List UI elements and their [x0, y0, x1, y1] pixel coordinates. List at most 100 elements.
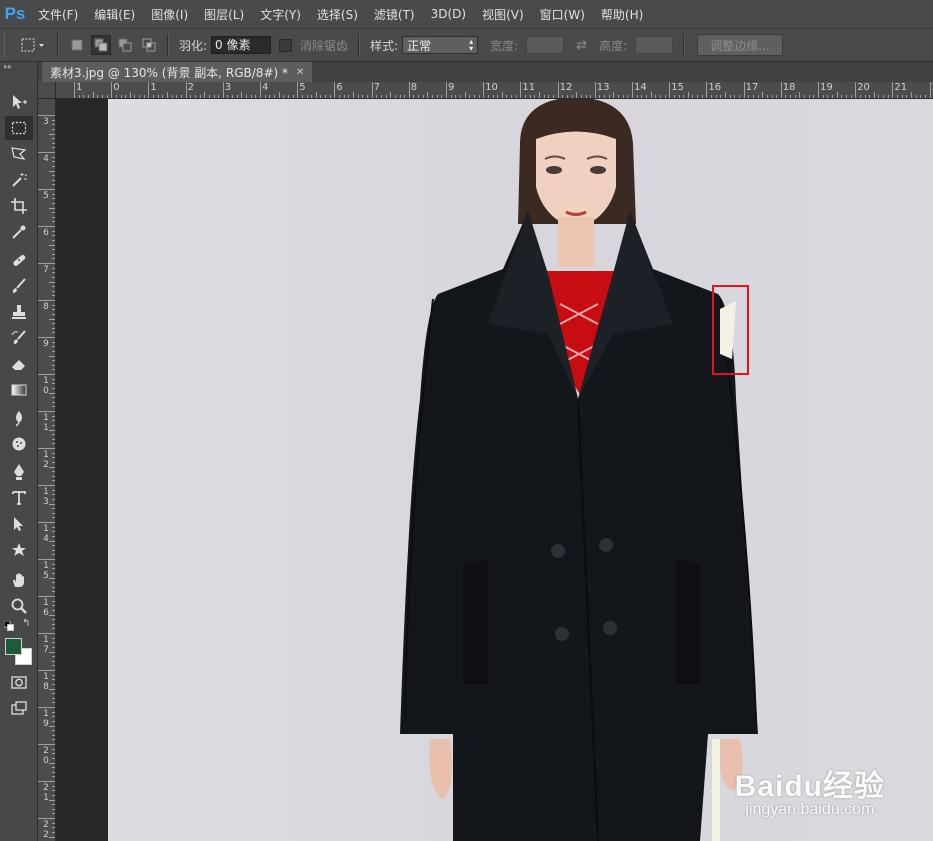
rectangular-marquee-tool[interactable]	[5, 116, 33, 140]
ruler-minor-tick	[218, 95, 220, 98]
new-selection-button[interactable]	[67, 35, 87, 55]
ruler-major-tick	[38, 374, 55, 375]
ruler-minor-tick	[52, 535, 55, 537]
document-canvas[interactable]: Baidu经验 jingyan.baidu.com	[108, 99, 933, 841]
ruler-minor-tick	[52, 434, 55, 436]
menu-3d[interactable]: 3D(D)	[423, 7, 474, 21]
ruler-minor-tick	[52, 748, 55, 750]
foreground-color-swatch[interactable]	[5, 638, 22, 655]
menu-edit[interactable]: 编辑(E)	[86, 6, 143, 23]
ruler-minor-tick	[915, 95, 917, 98]
width-input[interactable]	[526, 36, 565, 54]
ruler-minor-tick	[301, 95, 303, 98]
ruler-minor-tick	[92, 92, 94, 98]
menu-filter[interactable]: 滤镜(T)	[366, 6, 423, 23]
gradient-tool[interactable]	[5, 378, 33, 402]
brush-tool[interactable]	[5, 274, 33, 298]
ruler-minor-tick	[49, 207, 55, 209]
hand-tool[interactable]	[5, 568, 33, 592]
style-select[interactable]: 正常 ▴ ▾	[402, 36, 479, 54]
menu-help[interactable]: 帮助(H)	[593, 6, 651, 23]
ruler-minor-tick	[52, 156, 55, 158]
ruler-label: 18	[782, 82, 796, 93]
custom-shape-tool[interactable]	[5, 538, 33, 562]
ruler-minor-tick	[599, 95, 601, 98]
options-bar-grip[interactable]	[4, 33, 15, 57]
quick-mask-button[interactable]	[5, 670, 33, 694]
height-input[interactable]	[635, 36, 674, 54]
lasso-tool[interactable]	[5, 142, 33, 166]
ruler-minor-tick	[343, 95, 345, 98]
ruler-origin[interactable]	[38, 82, 56, 99]
feather-input[interactable]: 0 像素	[211, 36, 272, 54]
ruler-minor-tick	[636, 95, 638, 98]
tool-preset-picker[interactable]	[15, 33, 51, 57]
move-tool[interactable]	[5, 90, 33, 114]
ruler-major-tick	[557, 82, 559, 98]
magic-wand-tool[interactable]	[5, 168, 33, 192]
ruler-minor-tick	[869, 95, 871, 98]
close-icon[interactable]: ✕	[296, 67, 304, 78]
ruler-minor-tick	[613, 92, 615, 98]
ruler-minor-tick	[813, 95, 815, 98]
menu-layer[interactable]: 图层(L)	[196, 6, 252, 23]
ruler-minor-tick	[664, 95, 666, 98]
crop-tool[interactable]	[5, 194, 33, 218]
ruler-minor-tick	[52, 276, 55, 278]
blur-tool[interactable]	[5, 406, 33, 430]
ruler-minor-tick	[380, 95, 382, 98]
ruler-minor-tick	[49, 318, 55, 320]
screen-mode-button[interactable]	[5, 696, 33, 720]
menu-type[interactable]: 文字(Y)	[252, 6, 309, 23]
ruler-minor-tick	[49, 133, 55, 135]
dodge-tool[interactable]	[5, 432, 33, 456]
add-selection-button[interactable]	[91, 35, 111, 55]
type-tool[interactable]	[5, 486, 33, 510]
swap-dimensions-icon[interactable]: ⇄	[576, 38, 587, 53]
ruler-minor-tick	[52, 267, 55, 269]
ruler-minor-tick	[390, 92, 392, 98]
menu-file[interactable]: 文件(F)	[30, 6, 86, 23]
menu-select[interactable]: 选择(S)	[309, 6, 366, 23]
menu-image[interactable]: 图像(I)	[143, 6, 196, 23]
vertical-ruler[interactable]: 345678910111213141516171819202122	[38, 99, 56, 841]
ruler-minor-tick	[725, 92, 726, 98]
subtract-selection-button[interactable]	[115, 35, 135, 55]
menu-view[interactable]: 视图(V)	[474, 6, 532, 23]
default-colors-icon[interactable]	[3, 620, 14, 631]
ruler-minor-tick	[52, 619, 55, 621]
ruler-minor-tick	[167, 92, 168, 98]
eraser-tool[interactable]	[5, 352, 33, 376]
healing-brush-tool[interactable]	[5, 248, 33, 272]
refine-edge-button[interactable]: 调整边缘...	[697, 34, 783, 56]
ruler-minor-tick	[52, 679, 55, 681]
ruler-minor-tick	[404, 95, 406, 98]
pen-tool[interactable]	[5, 460, 33, 484]
ruler-minor-tick	[52, 582, 55, 584]
intersect-selection-button[interactable]	[139, 35, 159, 55]
path-selection-tool[interactable]	[5, 512, 33, 536]
ruler-major-tick	[446, 82, 447, 98]
history-brush-tool[interactable]	[5, 326, 33, 350]
ruler-minor-tick	[52, 739, 55, 741]
ruler-minor-tick	[525, 95, 527, 98]
separator	[167, 34, 169, 56]
clone-stamp-tool[interactable]	[5, 300, 33, 324]
ruler-label: 5	[299, 82, 306, 93]
zoom-tool[interactable]	[5, 594, 33, 618]
eyedropper-tool[interactable]	[5, 220, 33, 244]
menu-window[interactable]: 窗口(W)	[532, 6, 593, 23]
swap-colors-icon[interactable]: ↰	[22, 618, 30, 629]
panel-collapse-icon[interactable]: ▸▸	[0, 62, 37, 72]
antialias-checkbox[interactable]	[279, 38, 293, 52]
ruler-minor-tick	[52, 253, 55, 255]
ruler-minor-tick	[52, 549, 55, 551]
ruler-minor-tick	[143, 95, 145, 98]
ruler-label: 13	[596, 82, 610, 93]
ruler-minor-tick	[87, 95, 89, 98]
document-tab[interactable]: 素材3.jpg @ 130% (背景 副本, RGB/8#) * ✕	[42, 62, 313, 82]
ruler-minor-tick	[52, 568, 55, 570]
ruler-minor-tick	[52, 138, 55, 140]
horizontal-ruler[interactable]: 1012345678910111213141516171819202122	[56, 82, 933, 99]
ruler-minor-tick	[52, 716, 55, 718]
